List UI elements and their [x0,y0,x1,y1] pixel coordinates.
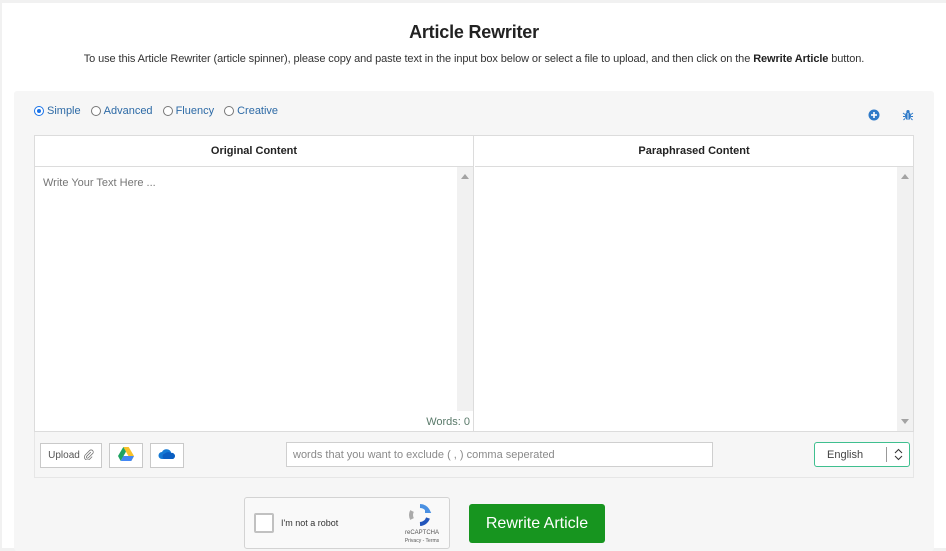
recaptcha-widget: I'm not a robot reCAPTCHA Privacy - Term… [244,497,450,549]
editor: Original Content Words: 0 Paraphrased Co… [34,135,914,432]
scroll-up-arrow-icon[interactable] [901,174,909,179]
instructions-bold: Rewrite Article [753,53,829,65]
google-drive-icon [118,447,134,464]
original-column: Original Content Words: 0 [35,136,474,431]
mode-selector: Simple Advanced Fluency Creative [34,105,278,117]
mode-advanced[interactable]: Advanced [90,105,153,117]
mode-fluency-label: Fluency [175,105,215,117]
editor-toolbar: Upload English [34,432,914,478]
radio-simple[interactable] [34,106,44,116]
recaptcha-checkbox[interactable] [254,513,274,533]
recaptcha-links[interactable]: Privacy - Terms [397,538,447,544]
rewriter-panel: Simple Advanced Fluency Creative Origina… [14,91,934,551]
mode-advanced-label: Advanced [103,105,153,117]
recaptcha-brand: reCAPTCHA [404,530,439,536]
mode-simple[interactable]: Simple [34,105,81,117]
language-select[interactable]: English [814,442,910,467]
paraphrased-scrollbar[interactable] [897,167,913,431]
upload-label: Upload [48,450,80,461]
original-content-input[interactable] [35,167,457,411]
paperclip-icon [83,449,94,463]
paraphrased-column: Paraphrased Content [475,136,913,431]
plus-circle-icon[interactable] [868,108,880,121]
page-title: Article Rewriter [409,22,539,42]
chevron-up-down-icon [887,448,909,461]
paraphrased-content-output[interactable] [475,167,897,431]
scroll-down-arrow-icon[interactable] [901,419,909,424]
scroll-up-arrow-icon[interactable] [461,174,469,179]
original-scrollbar[interactable] [457,167,473,411]
language-selected: English [827,448,864,461]
paraphrased-content-header: Paraphrased Content [475,136,913,167]
instructions-text-pre: To use this Article Rewriter (article sp… [83,53,754,65]
original-content-header: Original Content [35,136,473,167]
radio-fluency[interactable] [162,106,173,116]
instructions-text-post: button. [828,53,865,65]
word-count: Words: 0 [426,416,470,428]
google-drive-button[interactable] [109,443,143,468]
top-icons [868,108,914,121]
mode-fluency[interactable]: Fluency [162,105,215,117]
page: Article Rewriter To use this Article Rew… [2,3,946,551]
rewrite-article-button[interactable]: Rewrite Article [469,504,605,543]
recaptcha-label: I'm not a robot [281,518,339,528]
mode-creative[interactable]: Creative [224,105,278,117]
radio-advanced[interactable] [90,106,101,116]
mode-simple-label: Simple [47,105,81,117]
page-instructions: To use this Article Rewriter (article sp… [2,53,946,65]
recaptcha-logo-icon [407,504,433,526]
onedrive-icon [158,448,176,463]
upload-button[interactable]: Upload [40,443,102,468]
onedrive-button[interactable] [150,443,184,468]
bug-icon[interactable] [902,108,914,121]
radio-creative[interactable] [224,106,235,116]
mode-creative-label: Creative [237,105,279,117]
exclude-words-input[interactable] [286,442,713,467]
